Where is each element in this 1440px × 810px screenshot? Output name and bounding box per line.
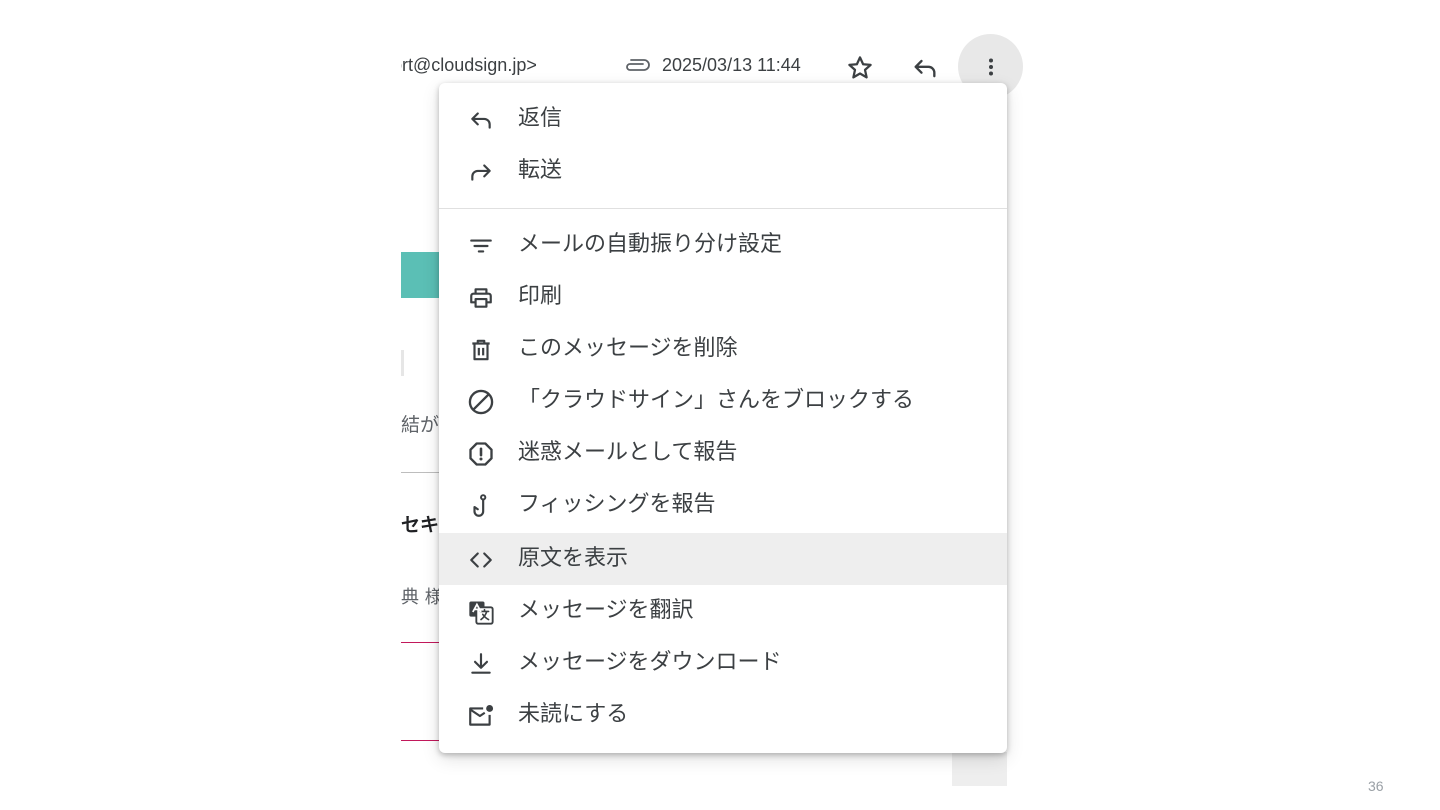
translate-icon — [467, 598, 495, 626]
menu-item-label: このメッセージを削除 — [518, 336, 738, 361]
more-vert-icon — [988, 58, 993, 75]
trash-icon — [467, 336, 495, 364]
email-body-rule — [401, 472, 439, 473]
email-body-button-fragment — [401, 252, 441, 298]
mark-unread-icon — [467, 702, 495, 730]
menu-item-label: 迷惑メールとして報告 — [518, 440, 738, 465]
more-options-menu: 返信 転送 メールの自動振り分け設定 印刷 このメッセージを削除 「クラウドサイ… — [439, 83, 1007, 753]
email-body-text-fragment-2: 典 様 — [401, 587, 439, 608]
print-icon — [467, 284, 495, 312]
reply-button[interactable] — [907, 50, 943, 86]
menu-item-mark-unread[interactable]: 未読にする — [439, 689, 1007, 741]
reply-icon — [914, 59, 936, 78]
menu-item-label: 未読にする — [518, 702, 629, 727]
menu-item-label: 返信 — [518, 106, 563, 131]
menu-item-show-original[interactable]: 原文を表示 — [439, 533, 1007, 585]
menu-item-label: フィッシングを報告 — [518, 492, 716, 517]
menu-item-forward[interactable]: 転送 — [439, 145, 1007, 197]
spam-icon — [467, 440, 495, 468]
menu-item-label: 転送 — [518, 158, 563, 183]
email-body-red-rule-2 — [401, 740, 439, 741]
menu-item-download-message[interactable]: メッセージをダウンロード — [439, 637, 1007, 689]
download-icon — [467, 650, 495, 678]
menu-item-label: 「クラウドサイン」さんをブロックする — [518, 388, 915, 413]
star-button[interactable] — [842, 50, 878, 86]
sender-address: ɔrt@cloudsign.jp> — [401, 55, 537, 75]
menu-item-reply[interactable]: 返信 — [439, 93, 1007, 145]
menu-item-filter-messages[interactable]: メールの自動振り分け設定 — [439, 219, 1007, 271]
forward-icon — [467, 158, 495, 186]
menu-item-label: 印刷 — [518, 284, 563, 309]
menu-item-delete[interactable]: このメッセージを削除 — [439, 323, 1007, 375]
email-date: 2025/03/13 11:44 — [662, 55, 801, 75]
attachment-icon — [622, 56, 652, 74]
email-body-gray-block — [952, 752, 1007, 786]
menu-divider — [439, 208, 1007, 209]
reply-icon — [467, 106, 495, 134]
menu-item-print[interactable]: 印刷 — [439, 271, 1007, 323]
menu-item-report-phishing[interactable]: フィッシングを報告 — [439, 479, 1007, 531]
block-icon — [467, 388, 495, 416]
star-icon — [848, 56, 872, 79]
filter-icon — [467, 232, 495, 260]
email-body-text-fragment: 結が — [401, 414, 439, 436]
email-body-divider — [401, 350, 404, 376]
menu-item-label: メッセージを翻訳 — [518, 598, 694, 623]
email-body-red-rule — [401, 642, 439, 643]
code-icon — [467, 546, 495, 574]
menu-item-label: メッセージをダウンロード — [518, 650, 782, 675]
slide-page-number: 36 — [1368, 778, 1384, 794]
email-body-heading-fragment: セキ — [401, 514, 439, 536]
menu-item-report-spam[interactable]: 迷惑メールとして報告 — [439, 427, 1007, 479]
menu-item-label: メールの自動振り分け設定 — [518, 232, 783, 257]
phishing-hook-icon — [467, 492, 495, 520]
menu-item-translate[interactable]: メッセージを翻訳 — [439, 585, 1007, 637]
menu-item-label: 原文を表示 — [518, 546, 629, 571]
menu-item-block-sender[interactable]: 「クラウドサイン」さんをブロックする — [439, 375, 1007, 427]
